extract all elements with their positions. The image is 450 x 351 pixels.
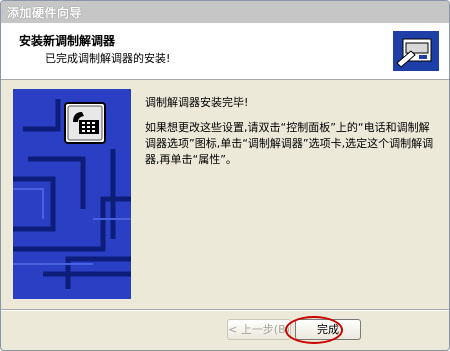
wizard-header: 安装新调制解调器 已完成调制解调器的安装! bbox=[1, 23, 449, 80]
hardware-wizard-icon bbox=[393, 31, 439, 71]
wizard-side-graphic bbox=[13, 89, 131, 299]
wizard-window: 添加硬件向导 安装新调制解调器 已完成调制解调器的安装! 调制解调器安装完毕! … bbox=[0, 0, 450, 351]
header-title: 安装新调制解调器 bbox=[19, 34, 116, 48]
title-bar[interactable]: 添加硬件向导 bbox=[1, 1, 449, 23]
settings-instructions: 如果想更改这些设置,请双击“控制面板”上的“电话和调制解调器选项”图标,单击“调… bbox=[145, 121, 434, 166]
wizard-body: 调制解调器安装完毕! 如果想更改这些设置,请双击“控制面板”上的“电话和调制解调… bbox=[145, 95, 435, 177]
header-subtitle: 已完成调制解调器的安装! bbox=[45, 52, 171, 65]
window-title: 添加硬件向导 bbox=[7, 6, 83, 20]
modem-phone-icon bbox=[64, 102, 106, 144]
back-button[interactable]: < 上一步(B) bbox=[227, 319, 291, 340]
finish-highlight-circle bbox=[285, 316, 343, 344]
completion-message: 调制解调器安装完毕! bbox=[145, 96, 249, 109]
footer-divider bbox=[1, 309, 449, 311]
